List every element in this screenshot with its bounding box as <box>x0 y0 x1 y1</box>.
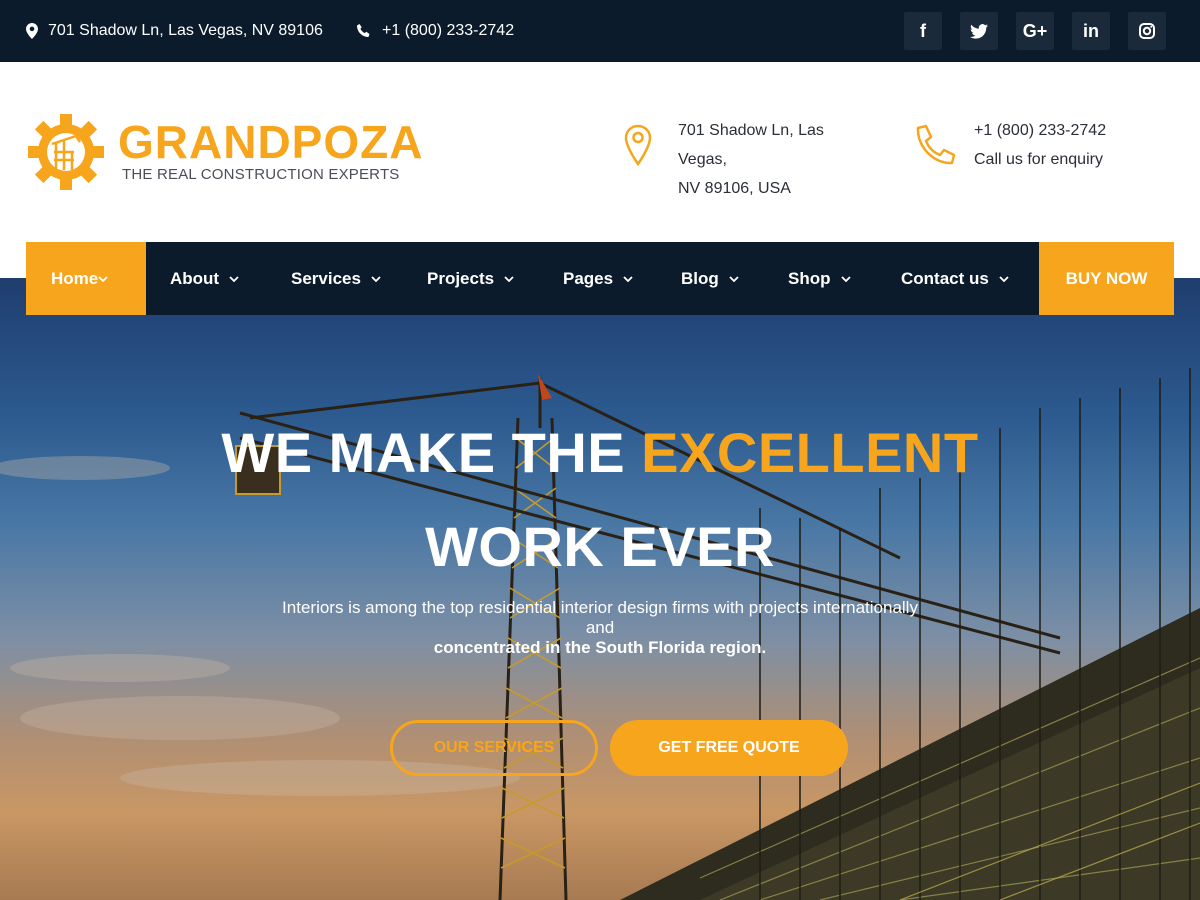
nav-item-projects[interactable]: Projects <box>427 242 514 315</box>
facebook-icon: f <box>920 20 926 41</box>
location-pin-icon <box>624 124 652 166</box>
facebook-button[interactable]: f <box>904 12 942 50</box>
chevron-down-icon <box>840 275 851 282</box>
nav-item-services-label: Services <box>291 268 361 288</box>
our-services-button[interactable]: OUR SERVICES <box>390 720 598 776</box>
address-line-3: NV 89106, USA <box>678 180 791 197</box>
nav-item-home-label: Home <box>51 268 99 288</box>
topbar-address: 701 Shadow Ln, Las Vegas, NV 89106 <box>26 0 323 62</box>
gear-logo-icon[interactable] <box>26 112 106 192</box>
hero-description: Interiors is among the top residential i… <box>0 596 1200 660</box>
twitter-button[interactable] <box>960 12 998 50</box>
nav-item-about[interactable]: About <box>170 242 239 315</box>
google-plus-icon: G+ <box>1022 20 1048 41</box>
logo-tagline: THE REAL CONSTRUCTION EXPERTS <box>122 166 400 183</box>
chevron-down-icon <box>371 275 381 282</box>
phone-outline-icon <box>916 124 956 165</box>
construction-crane-image <box>0 368 1200 900</box>
nav-item-projects-label: Projects <box>427 268 495 288</box>
nav-item-services[interactable]: Services <box>291 242 381 315</box>
nav-item-contact-label: Contact us <box>901 268 989 288</box>
map-marker-icon <box>26 23 38 39</box>
twitter-icon <box>970 23 988 39</box>
top-bar: 701 Shadow Ln, Las Vegas, NV 89106 +1 (8… <box>0 0 1200 62</box>
phone-icon <box>357 24 370 37</box>
google-plus-button[interactable]: G+ <box>1016 12 1054 50</box>
nav-item-pages[interactable]: Pages <box>563 242 633 315</box>
hero-banner: WE MAKE THE EXCELLENT WORK EVER Interior… <box>0 278 1200 900</box>
chevron-down-icon <box>999 275 1009 282</box>
main-navbar: Home About Services Projects Pages Blog … <box>26 242 1174 315</box>
hero-desc-line-2: and <box>585 618 615 637</box>
header-phone-caption: Call us for enquiry <box>974 151 1103 168</box>
nav-item-shop-label: Shop <box>788 268 831 288</box>
chevron-down-icon <box>729 275 739 282</box>
buy-now-button[interactable]: BUY NOW <box>1039 242 1174 315</box>
linkedin-icon: in <box>1083 20 1099 41</box>
nav-item-blog-label: Blog <box>681 268 719 288</box>
instagram-button[interactable] <box>1128 12 1166 50</box>
hero-title-line-1: WE MAKE THE EXCELLENT <box>0 420 1200 485</box>
address-line-2: Vegas, <box>678 151 727 168</box>
chevron-down-icon <box>229 275 239 282</box>
instagram-icon <box>1139 23 1155 39</box>
chevron-down-icon <box>504 275 514 282</box>
topbar-phone: +1 (800) 233-2742 <box>356 0 514 62</box>
header-phone: +1 (800) 233-2742 Call us for enquiry <box>974 116 1106 174</box>
linkedin-button[interactable]: in <box>1072 12 1110 50</box>
chevron-down-icon <box>98 275 108 282</box>
hero-desc-line-1: Interiors is among the top residential i… <box>282 598 918 617</box>
hero-title-line-2: WORK EVER <box>425 515 775 578</box>
nav-item-home[interactable]: Home <box>26 242 146 315</box>
hero-title-part-1: WE MAKE THE <box>221 421 642 484</box>
hero-title-accent: EXCELLENT <box>641 421 979 484</box>
get-free-quote-button[interactable]: GET FREE QUOTE <box>610 720 848 776</box>
header-address: 701 Shadow Ln, Las Vegas, NV 89106, USA <box>678 116 824 203</box>
nav-item-pages-label: Pages <box>563 268 614 288</box>
header-phone-number[interactable]: +1 (800) 233-2742 <box>974 116 1106 145</box>
topbar-phone-text[interactable]: +1 (800) 233-2742 <box>382 22 514 40</box>
topbar-address-text: 701 Shadow Ln, Las Vegas, NV 89106 <box>48 22 323 39</box>
nav-item-about-label: About <box>170 268 220 288</box>
nav-item-contact[interactable]: Contact us <box>901 242 1009 315</box>
nav-item-shop[interactable]: Shop <box>788 242 851 315</box>
hero-desc-line-3: concentrated in the South Florida region… <box>433 638 767 657</box>
logo-name[interactable]: GRANDPOZA <box>118 118 423 166</box>
address-line-1: 701 Shadow Ln, Las <box>678 122 824 139</box>
chevron-down-icon <box>623 275 633 282</box>
nav-item-blog[interactable]: Blog <box>681 242 739 315</box>
